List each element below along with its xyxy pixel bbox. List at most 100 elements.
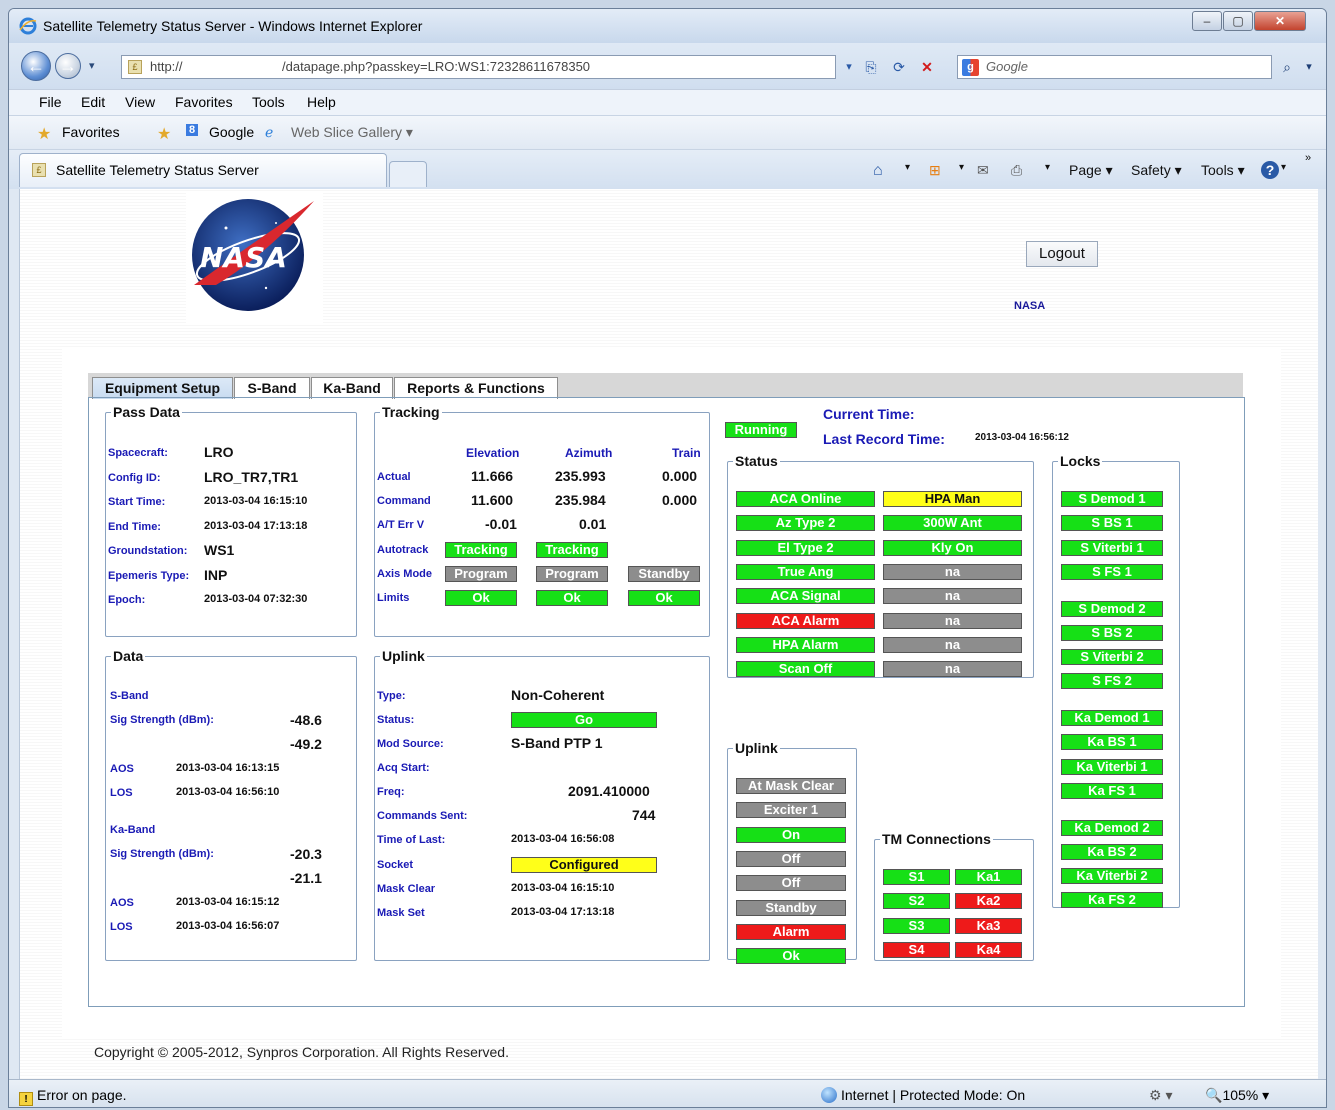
socket-indicator: Configured (511, 857, 657, 873)
axis-mode-elevation-indicator: Program (445, 566, 517, 582)
chevron-more-icon[interactable]: » (1305, 152, 1311, 164)
search-icon[interactable]: ⌕ (1277, 57, 1297, 77)
ie-logo-icon (19, 17, 37, 35)
history-dropdown-icon[interactable]: ▾ (89, 59, 95, 72)
sband-sig-label: Sig Strength (dBm): (110, 714, 214, 726)
tab-equipment-setup[interactable]: Equipment Setup (92, 377, 233, 399)
feeds-icon[interactable]: ⊞ (929, 162, 941, 179)
address-prefix: http:// (150, 59, 183, 74)
command-train: 0.000 (662, 492, 698, 508)
ie-page-icon: ℯ (265, 124, 274, 140)
print-icon[interactable]: ⎙ (1011, 162, 1022, 179)
lock-indicator: S FS 1 (1061, 563, 1163, 580)
status-indicator: ACA Online (736, 491, 875, 507)
status-indicator: na (883, 661, 1022, 678)
tab-reports-functions[interactable]: Reports & Functions (394, 377, 558, 399)
help-icon[interactable]: ? (1261, 161, 1279, 179)
sband-aos-label: AOS (110, 763, 134, 775)
actual-elevation: 11.666 (471, 468, 514, 484)
stop-icon[interactable]: ✕ (917, 57, 937, 77)
main-panel: Equipment Setup S-Band Ka-Band Reports &… (62, 349, 1281, 1039)
limits-label: Limits (377, 592, 410, 604)
address-dropdown-icon[interactable]: ▾ (839, 57, 859, 77)
forward-button[interactable]: → (55, 53, 81, 79)
sband-sig-2: -49.2 (290, 736, 322, 752)
pass-value: LRO_TR7,TR1 (204, 468, 299, 485)
tab-s-band[interactable]: S-Band (234, 377, 310, 399)
web-slice-gallery-link[interactable]: Web Slice Gallery ▾ (291, 124, 413, 141)
menu-view[interactable]: View (125, 94, 155, 110)
last-record-time-label: Last Record Time: (823, 431, 945, 447)
sband-sig-1: -48.6 (290, 712, 322, 728)
commands-sent-label: Commands Sent: (377, 810, 468, 822)
close-button[interactable]: ✕ (1254, 11, 1306, 31)
menu-help[interactable]: Help (307, 94, 336, 110)
menu-file[interactable]: File (39, 94, 62, 110)
back-button[interactable]: ← (21, 51, 51, 81)
menu-tools[interactable]: Tools (252, 94, 285, 110)
favorites-button[interactable]: Favorites (62, 124, 120, 140)
add-favorite-icon[interactable]: ★ (157, 124, 171, 144)
pass-value: 2013-03-04 16:15:10 (204, 495, 308, 507)
error-on-page[interactable]: ! Error on page. (19, 1087, 127, 1106)
limits-azimuth-indicator: Ok (536, 590, 608, 606)
actual-label: Actual (377, 471, 411, 483)
page-favicon-icon: £ (128, 60, 142, 74)
lock-indicator: S BS 1 (1061, 515, 1163, 532)
window-title: Satellite Telemetry Status Server - Wind… (43, 18, 423, 34)
search-options-icon[interactable]: ▾ (1299, 57, 1319, 77)
browser-tab[interactable]: £ Satellite Telemetry Status Server (19, 153, 387, 187)
page-tabs: Equipment Setup S-Band Ka-Band Reports &… (88, 373, 1243, 399)
mail-icon[interactable]: ✉ (977, 162, 989, 179)
home-dropdown-icon[interactable]: ▾ (905, 162, 910, 173)
globe-icon (821, 1087, 837, 1103)
compatibility-icon[interactable]: ⎘ (861, 57, 881, 77)
new-tab-button[interactable] (389, 161, 427, 187)
warning-icon: ! (19, 1092, 33, 1106)
maximize-button[interactable]: ▢ (1223, 11, 1253, 31)
pass-label: Config ID: (108, 471, 161, 484)
home-icon[interactable]: ⌂ (873, 162, 883, 180)
feeds-dropdown-icon[interactable]: ▾ (959, 162, 964, 173)
uplink-indicator: Exciter 1 (736, 802, 846, 819)
mod-source-label: Mod Source: (377, 738, 444, 750)
mask-set-label: Mask Set (377, 907, 425, 919)
lock-indicator: S Viterbi 2 (1061, 649, 1163, 666)
zoom-level[interactable]: 🔍105% ▾ (1205, 1087, 1269, 1104)
status-indicator: HPA Man (883, 491, 1022, 507)
kaband-sig-2: -21.1 (290, 870, 322, 886)
search-input[interactable]: g Google (957, 55, 1272, 79)
refresh-icon[interactable]: ⟳ (889, 57, 909, 77)
equipment-setup-content: Pass Data Spacecraft: LRO Config ID: LRO_TR… (88, 397, 1245, 1007)
axis-mode-train-indicator: Standby (628, 566, 700, 582)
zoom-text: 105% (1222, 1087, 1259, 1103)
safety-menu[interactable]: Safety ▾ (1131, 162, 1182, 179)
uplink-info-group: Uplink Type: Non-Coherent Status: Go Mod… (374, 648, 710, 961)
page-content: NASA Logout NASA Equipment Setup S-Band … (19, 189, 1318, 1079)
nasa-logo: NASA (186, 193, 323, 325)
lock-indicator: Ka Viterbi 1 (1061, 758, 1163, 775)
minimize-button[interactable]: – (1192, 11, 1222, 31)
autotrack-label: Autotrack (377, 544, 429, 556)
freq-label: Freq: (377, 786, 405, 798)
pass-value: 2013-03-04 07:32:30 (204, 593, 308, 605)
tab-ka-band[interactable]: Ka-Band (311, 377, 393, 399)
status-indicator: ACA Signal (736, 588, 875, 605)
status-indicator: Az Type 2 (736, 515, 875, 532)
menu-favorites[interactable]: Favorites (175, 94, 233, 110)
limits-elevation-indicator: Ok (445, 590, 517, 606)
page-menu[interactable]: Page ▾ (1069, 162, 1113, 179)
security-zone[interactable]: Internet | Protected Mode: On (821, 1087, 1025, 1103)
lock-indicator: Ka FS 1 (1061, 782, 1163, 799)
google-link[interactable]: Google (209, 124, 254, 140)
menu-edit[interactable]: Edit (81, 94, 105, 110)
logout-button[interactable]: Logout (1026, 241, 1098, 267)
aterr-azimuth: 0.01 (579, 516, 607, 532)
print-dropdown-icon[interactable]: ▾ (1045, 162, 1050, 173)
lock-indicator: S FS 2 (1061, 673, 1163, 690)
tools-menu[interactable]: Tools ▾ (1201, 162, 1245, 179)
lock-indicator: Ka Demod 1 (1061, 710, 1163, 726)
help-dropdown-icon[interactable]: ▾ (1281, 162, 1286, 173)
address-bar[interactable]: £ http:// /datapage.php?passkey=LRO:WS1:… (121, 55, 836, 79)
protected-mode-icon[interactable]: ⚙ ▾ (1149, 1087, 1172, 1104)
